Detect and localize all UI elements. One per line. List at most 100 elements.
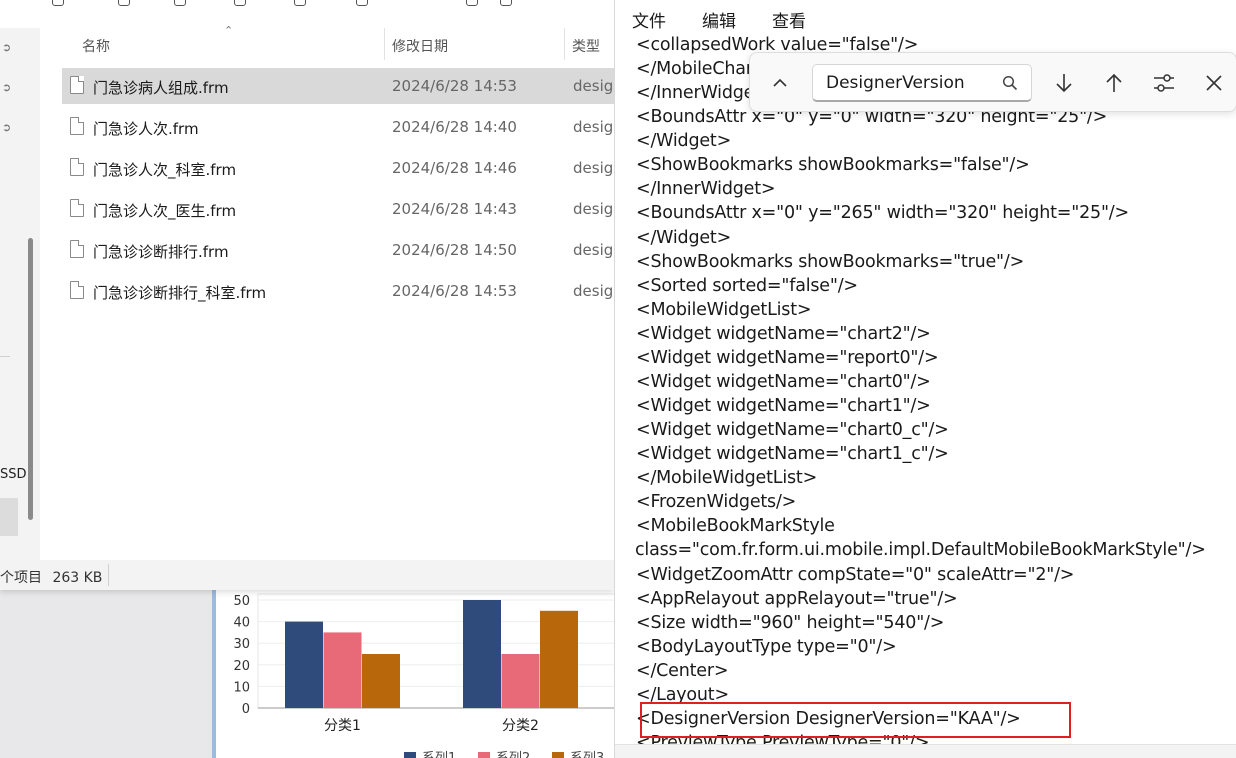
code-line: <MobileBookMarkStyle [636, 516, 835, 537]
view-icon[interactable] [466, 0, 478, 6]
code-line: <Sorted sorted="false"/> [636, 275, 858, 296]
pin-icon[interactable]: ➲ [2, 122, 14, 134]
code-line: </InnerWidget> [636, 179, 776, 200]
legend-swatch [478, 752, 490, 758]
file-name: 门急诊诊断排行.frm [93, 243, 229, 261]
bar [463, 600, 501, 708]
column-modified[interactable]: 修改日期 [392, 36, 448, 56]
file-name: 门急诊诊断排行_科室.frm [93, 284, 267, 302]
code-line: </Widget> [636, 227, 732, 248]
code-line: <WidgetZoomAttr compState="0" scaleAttr=… [636, 564, 1075, 585]
file-name: 门急诊人次_医生.frm [93, 202, 237, 220]
legend-label: 系列3 [570, 751, 604, 758]
file-name: 门急诊病人组成.frm [93, 79, 229, 97]
text-editor[interactable]: <collapsedWork value="false"/></MobileCh… [615, 36, 1236, 744]
file-icon [70, 281, 84, 299]
code-line: <Widget widgetName="report0"/> [636, 347, 939, 368]
file-modified: 2024/6/28 14:53 [392, 282, 517, 300]
pin-icon[interactable]: ➲ [2, 82, 14, 94]
notepad-window: 文件 编辑 查看 <collapsedWork value="false"/> <… [614, 0, 1236, 758]
y-tick-label: 20 [233, 659, 250, 674]
file-type: design [573, 118, 614, 136]
rename-icon[interactable] [234, 0, 246, 6]
code-line: </Widget> [636, 131, 732, 152]
bar [501, 654, 540, 708]
arrow-down-icon [1056, 74, 1072, 93]
explorer-status-bar: 个项目 263 KB [0, 560, 614, 590]
column-divider[interactable] [384, 28, 385, 60]
code-line: <Size width="960" height="540"/> [636, 612, 945, 633]
find-options-button[interactable] [1148, 67, 1180, 99]
y-tick-label: 30 [233, 637, 250, 652]
copy-icon[interactable] [118, 0, 130, 6]
column-header: ⌃ 名称 修改日期 类型 [40, 24, 614, 60]
search-icon[interactable] [1002, 75, 1018, 91]
file-explorer-window: ➲ ➲ ➲ SSD ⌃ 名称 修改日期 类型 门急诊病人组成.frm 2024/6… [0, 0, 622, 590]
file-modified: 2024/6/28 14:40 [392, 118, 517, 136]
filter-icon[interactable] [500, 0, 512, 6]
y-tick-label: 0 [242, 702, 250, 717]
highlight-annotation-box [640, 702, 1071, 738]
column-type[interactable]: 类型 [572, 36, 600, 56]
code-line: <Widget widgetName="chart0_c"/> [636, 420, 949, 441]
legend-swatch [404, 752, 416, 758]
find-bar: DesignerVersion [749, 52, 1236, 112]
code-line: <Widget widgetName="chart1_c"/> [636, 444, 949, 465]
find-next-button[interactable] [1048, 67, 1080, 99]
file-row[interactable]: 门急诊人次_科室.frm 2024/6/28 14:46 design [62, 150, 622, 186]
notepad-status-bar [615, 744, 1236, 758]
file-modified: 2024/6/28 14:46 [392, 159, 517, 177]
close-find-button[interactable] [1198, 67, 1230, 99]
file-row[interactable]: 门急诊人次.frm 2024/6/28 14:40 design [62, 109, 622, 145]
file-modified: 2024/6/28 14:53 [392, 77, 517, 95]
item-count-label: 个项目 [0, 570, 42, 586]
y-tick-label: 50 [233, 594, 250, 609]
file-row[interactable]: 门急诊诊断排行_科室.frm 2024/6/28 14:53 design [62, 273, 622, 309]
file-icon [70, 158, 84, 176]
column-divider[interactable] [564, 28, 565, 60]
file-icon [70, 199, 84, 217]
file-name: 门急诊人次_科室.frm [93, 161, 237, 179]
y-tick-label: 10 [233, 680, 250, 695]
chart-preview-window: 0 10 20 30 40 50 分类1 分类2 系列1 系列2 系列3 [212, 588, 623, 758]
file-modified: 2024/6/28 14:50 [392, 241, 517, 259]
file-icon [70, 240, 84, 258]
bar [323, 632, 362, 708]
menu-file[interactable]: 文件 [632, 7, 666, 32]
sort-up-icon: ⌃ [224, 24, 234, 37]
nav-item-ssd[interactable]: SSD [0, 467, 27, 482]
nav-scrollbar[interactable] [28, 238, 33, 520]
column-name[interactable]: 名称 [82, 36, 110, 56]
desktop: 0 10 20 30 40 50 分类1 分类2 系列1 系列2 系列3 ➲ ➲ ➲ SSD ⌃ [0, 0, 1236, 758]
y-tick-label: 40 [233, 616, 250, 631]
status-text: 个项目 263 KB [0, 567, 102, 587]
new-item-icon[interactable] [52, 0, 64, 6]
find-previous-button[interactable] [1098, 67, 1130, 99]
sort-icon[interactable] [356, 0, 368, 6]
file-row[interactable]: 门急诊诊断排行.frm 2024/6/28 14:50 design [62, 232, 622, 268]
legend-swatch [552, 752, 564, 758]
nav-item-selected[interactable] [0, 498, 18, 536]
bar [362, 654, 400, 708]
find-input[interactable]: DesignerVersion [812, 64, 1032, 102]
menu-view[interactable]: 查看 [772, 7, 806, 32]
selection-size: 263 KB [52, 570, 103, 586]
code-line: <Widget widgetName="chart0"/> [636, 371, 931, 392]
bar-chart: 0 10 20 30 40 50 分类1 分类2 系列1 系列2 系列3 [233, 593, 623, 758]
file-row[interactable]: 门急诊人次_医生.frm 2024/6/28 14:43 design [62, 191, 622, 227]
file-type: design [573, 159, 614, 177]
pin-icon[interactable]: ➲ [2, 42, 14, 54]
menu-bar: 文件 编辑 查看 [615, 0, 1236, 36]
code-line: <AppRelayout appRelayout="true"/> [636, 588, 958, 609]
paste-icon[interactable] [174, 0, 186, 6]
code-line: <BodyLayoutType type="0"/> [636, 636, 897, 657]
code-line: <ShowBookmarks showBookmarks="false"/> [636, 155, 1030, 176]
collapse-find-button[interactable] [764, 67, 796, 99]
file-row[interactable]: 门急诊病人组成.frm 2024/6/28 14:53 design [62, 68, 622, 104]
options-sliders-icon [1154, 74, 1174, 92]
file-type: design [573, 241, 614, 259]
share-icon[interactable] [294, 0, 306, 6]
file-type: design [573, 200, 614, 218]
menu-edit[interactable]: 编辑 [702, 7, 736, 32]
code-line: <Widget widgetName="chart2"/> [636, 323, 931, 344]
